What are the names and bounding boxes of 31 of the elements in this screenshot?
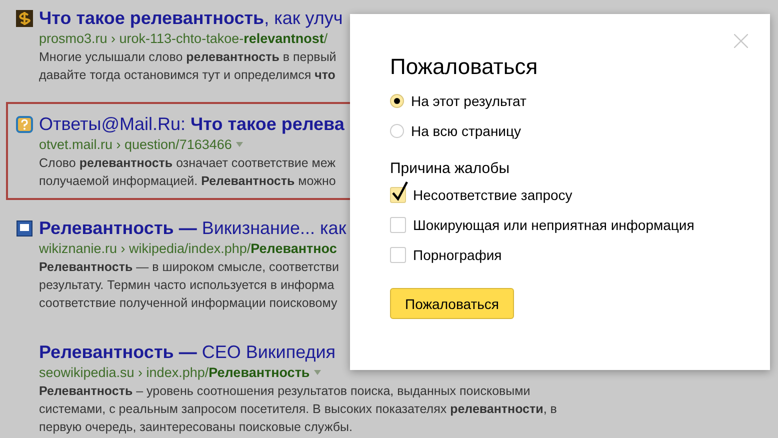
result-url: seowikipedia.su › index.php/Релевантность xyxy=(39,364,310,382)
checkbox-label[interactable]: Шокирующая или неприятная информация xyxy=(413,217,694,233)
result-snippet: Многие услышали слово релевантность в первый давайте тогда остановимся тут и определимся что xyxy=(39,49,336,84)
checkbox[interactable] xyxy=(390,217,406,233)
result-snippet: Слово релевантность означает соответствие меж получаемой информацией. Релевантность можно xyxy=(39,155,336,190)
caret-icon[interactable] xyxy=(236,142,243,147)
result-url: wikiznanie.ru › wikipedia/index.php/Релевантнос xyxy=(39,240,337,258)
checkbox-label[interactable]: Порнография xyxy=(413,247,502,263)
caret-icon[interactable] xyxy=(314,370,321,375)
result-snippet: Релевантность — в широком смысле, соответстви результату. Термин часто используется в информа соответствие полученной информации поисковому xyxy=(39,259,339,312)
result-title-link[interactable]: Что такое релевантность, как улуч xyxy=(39,8,343,29)
result-title-link[interactable]: Релевантность — Викизнание... как xyxy=(39,218,346,239)
close-icon[interactable] xyxy=(734,34,748,48)
result-snippet: Релевантность – уровень соотношения результатов поиска, выданных поисковыми системами, с реальным запросом посетителя. В высоких показателях релевантности, в первую очередь, заинтересованы поисковые службы. xyxy=(39,383,557,436)
dialog-title: Пожаловаться xyxy=(390,54,538,80)
result-url: prosmo3.ru › urok-113-chto-takoe-relevantnost/ xyxy=(39,30,328,48)
radio-button[interactable] xyxy=(390,94,404,108)
book-icon xyxy=(16,220,33,237)
radio-button[interactable] xyxy=(390,124,404,138)
section-heading: Причина жалобы xyxy=(390,158,510,178)
radio-label[interactable]: На этот результат xyxy=(411,93,526,109)
result-title-link[interactable]: Ответы@Mail.Ru: Что такое релева xyxy=(39,114,344,135)
help-icon xyxy=(16,116,33,133)
checkbox-label[interactable]: Несоответствие запросу xyxy=(413,187,572,203)
radio-label[interactable]: На всю страницу xyxy=(411,123,522,139)
checkbox[interactable] xyxy=(390,247,406,263)
coin-icon xyxy=(16,10,33,27)
checkmark-icon xyxy=(391,181,409,201)
result-title-link[interactable]: Релевантность — СЕО Википедия xyxy=(39,342,336,363)
result-url: otvet.mail.ru › question/7163466 xyxy=(39,136,232,154)
submit-button[interactable]: Пожаловаться xyxy=(390,288,514,319)
